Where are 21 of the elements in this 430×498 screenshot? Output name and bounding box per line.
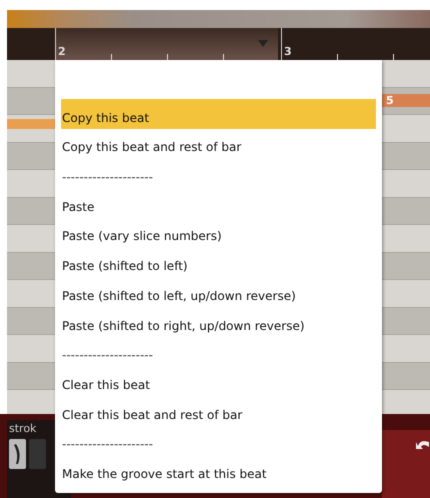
dropdown-triangle-icon[interactable]	[258, 40, 268, 47]
menu-item[interactable]: Paste (shifted to right, up/down reverse)	[61, 306, 376, 336]
panel-label: strok	[9, 422, 38, 435]
menu-separator: ---------------------	[61, 169, 154, 186]
bar-number: 2	[57, 45, 67, 60]
menu-item[interactable]: Copy this beat	[61, 99, 376, 129]
menu-item[interactable]: Make the groove start at this beat	[61, 455, 376, 485]
bar-number: 3	[283, 45, 293, 60]
beat-block[interactable]	[7, 119, 55, 129]
menu-item[interactable]: Copy this beat and rest of bar	[61, 128, 376, 158]
menu-item[interactable]: Paste (vary slice numbers)	[61, 218, 376, 248]
menu-item[interactable]: Clear this beat	[61, 366, 376, 396]
menu-item[interactable]: Paste (shifted to left)	[61, 247, 376, 278]
stroke-icon	[14, 443, 22, 465]
menu-item[interactable]: Paste (shifted to left, up/down reverse)	[61, 277, 376, 307]
menu-separator: ---------------------	[61, 347, 154, 364]
stroke-button[interactable]	[9, 439, 26, 469]
undo-icon[interactable]	[416, 438, 430, 452]
menu-separator: ---------------------	[61, 436, 154, 454]
menu-item[interactable]: Paste	[61, 188, 376, 218]
menu-item[interactable]: Clear this beat and rest of bar	[61, 396, 376, 426]
